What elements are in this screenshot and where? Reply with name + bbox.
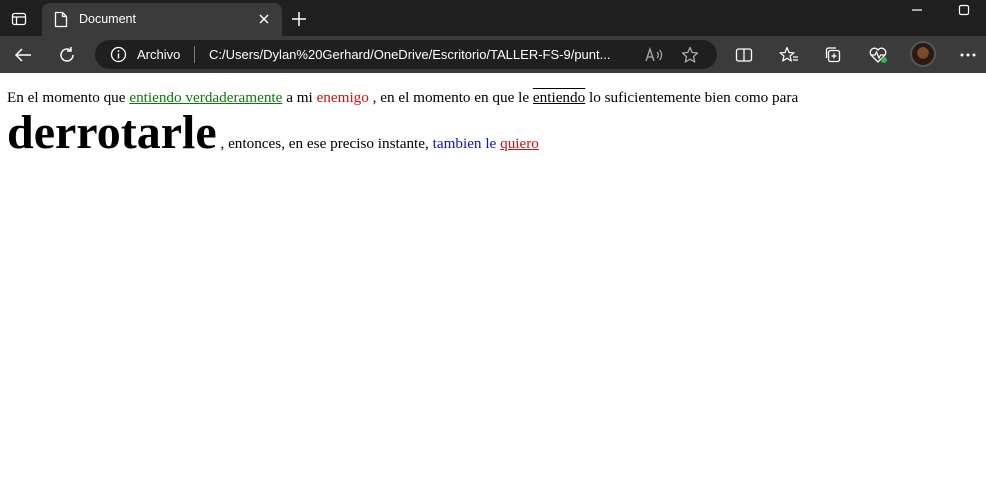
site-info-label[interactable]: Archivo [137,47,180,62]
text-segment: lo suficientemente bien como para [585,89,799,106]
refresh-icon[interactable] [52,41,82,68]
text-enemigo: enemigo [316,89,369,106]
split-screen-icon[interactable] [729,41,759,68]
new-tab-button[interactable] [287,8,311,30]
info-icon[interactable] [110,46,127,63]
document-icon [54,11,68,28]
heartbeat-icon[interactable] [863,41,893,68]
arrow-left-icon[interactable] [8,41,38,68]
close-icon[interactable] [256,11,272,27]
page-content: En el momento que entiendo verdaderament… [0,73,986,491]
text-segment: En el momento que [7,89,130,106]
paragraph-line-2: derrotarle , entonces, en ese preciso in… [7,109,539,157]
text-quiero: quiero [500,135,539,152]
paragraph-line-1: En el momento que entiendo verdaderament… [7,89,798,107]
tab-title: Document [79,12,136,26]
maximize-icon[interactable] [953,0,975,20]
plus-icon [292,12,306,26]
avatar[interactable] [910,41,936,67]
collections-icon[interactable] [818,41,848,68]
read-aloud-icon[interactable] [643,44,665,66]
tab-document[interactable]: Document [42,3,282,36]
text-derrotarle: derrotarle [7,106,217,159]
more-icon[interactable] [953,41,983,68]
tab-actions-icon[interactable] [4,6,34,32]
text-entiendo: entiendo [532,89,586,106]
title-bar: Document [0,0,986,36]
address-bar[interactable]: Archivo C:/Users/Dylan%20Gerhard/OneDriv… [95,40,717,69]
url-text[interactable]: C:/Users/Dylan%20Gerhard/OneDrive/Escrit… [209,47,631,62]
star-icon[interactable] [679,44,701,66]
favorites-icon[interactable] [774,41,804,68]
minimize-icon[interactable] [906,0,928,20]
text-segment: , entonces, en ese preciso instante, [216,135,433,152]
text-tambien-le: tambien le [432,135,497,152]
text-segment: , en el momento en que le [368,89,533,106]
text-segment: a mi [282,89,317,106]
text-entiendo-verdaderamente: entiendo verdaderamente [129,89,283,106]
address-separator [194,46,195,63]
